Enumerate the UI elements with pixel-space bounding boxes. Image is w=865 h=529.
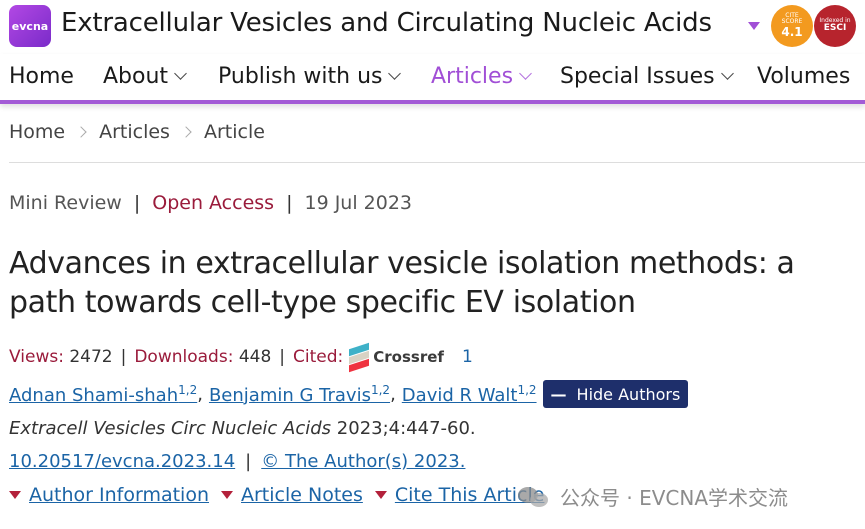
cite-score-badge[interactable]: CITE SCORE 4.1: [771, 5, 813, 47]
esci-badge[interactable]: Indexed in ESCI: [814, 5, 856, 47]
publish-date: 19 Jul 2023: [304, 192, 413, 214]
downloads-label: Downloads:: [134, 347, 234, 367]
citation-journal: Extracell Vesicles Circ Nucleic Acids: [9, 418, 332, 439]
crossref-text: Crossref: [373, 348, 444, 366]
hide-authors-button[interactable]: — Hide Authors: [542, 380, 689, 408]
crossref-icon: [349, 342, 370, 373]
nav-label: Volumes: [757, 64, 851, 89]
chevron-right-icon: [75, 126, 87, 138]
link-label: Article Notes: [241, 484, 363, 506]
wechat-icon: [518, 485, 550, 509]
downloads-count: 448: [238, 347, 272, 367]
views-label: Views:: [9, 347, 64, 367]
nav-label: Publish with us: [218, 64, 383, 89]
nav-label: Articles: [431, 64, 514, 89]
open-access-label: Open Access: [152, 192, 275, 214]
link-label: Author Information: [29, 484, 209, 506]
separator: ,: [197, 383, 203, 405]
breadcrumb: Home Articles Article: [9, 121, 265, 143]
separator: |: [245, 451, 252, 472]
chevron-down-icon: [174, 67, 187, 80]
nav-label: Special Issues: [560, 64, 715, 89]
article-stats: Views: 2472 | Downloads: 448 | Cited: Cr…: [9, 342, 473, 373]
author-link[interactable]: David R Walt1,2: [402, 383, 537, 406]
breadcrumb-current: Article: [203, 121, 265, 143]
nav-item-special-issues[interactable]: Special Issues: [560, 64, 734, 89]
article-type: Mini Review: [9, 192, 122, 214]
nav-item-about[interactable]: About: [103, 64, 187, 89]
caret-down-icon: [374, 491, 387, 499]
author-link[interactable]: Adnan Shami-shah1,2: [9, 383, 197, 406]
nav-item-articles[interactable]: Articles: [431, 64, 532, 89]
separator: |: [279, 347, 286, 367]
minus-icon: —: [550, 384, 567, 404]
main-nav: Home About Publish with us Articles Spec…: [0, 54, 865, 104]
author-list: Adnan Shami-shah1,2, Benjamin G Travis1,…: [9, 380, 689, 408]
separator: |: [133, 192, 141, 214]
nav-item-volumes[interactable]: Volumes: [757, 64, 850, 89]
caret-down-icon[interactable]: [748, 22, 760, 30]
journal-logo[interactable]: evcna: [9, 5, 51, 47]
article-meta: Mini Review | Open Access | 19 Jul 2023: [9, 192, 412, 214]
caret-down-icon: [9, 491, 21, 499]
nav-item-publish[interactable]: Publish with us: [218, 64, 402, 89]
author-link[interactable]: Benjamin G Travis1,2: [209, 383, 390, 406]
separator: |: [120, 347, 127, 367]
journal-title[interactable]: Extracellular Vesicles and Circulating N…: [61, 8, 712, 38]
nav-label: About: [103, 64, 169, 89]
article-info-links: Author Information Article Notes Cite Th…: [9, 484, 556, 506]
chevron-down-icon: [720, 67, 734, 80]
chevron-down-icon: [519, 67, 532, 80]
caret-down-icon: [221, 491, 233, 499]
article-notes-toggle[interactable]: Article Notes: [221, 484, 363, 506]
crossref-logo[interactable]: Crossref: [349, 342, 444, 373]
cite-score-value: 4.1: [781, 25, 803, 39]
separator: |: [286, 192, 293, 214]
doi-link[interactable]: 10.20517/evcna.2023.14: [9, 451, 235, 472]
breadcrumb-articles[interactable]: Articles: [99, 121, 170, 143]
views-count: 2472: [69, 347, 113, 367]
cited-count-link[interactable]: 1: [462, 347, 473, 367]
site-header: evcna Extracellular Vesicles and Circula…: [0, 0, 865, 54]
hide-authors-label: Hide Authors: [576, 384, 681, 404]
chevron-right-icon: [180, 126, 192, 138]
citation-details: 2023;4:447-60.: [331, 418, 476, 439]
esci-value: ESCI: [823, 23, 847, 34]
nav-item-home[interactable]: Home: [9, 64, 74, 89]
chevron-down-icon: [388, 67, 402, 80]
doi-line: 10.20517/evcna.2023.14 | © The Author(s) 2…: [9, 451, 465, 472]
cited-label: Cited:: [293, 347, 344, 367]
copyright-link[interactable]: © The Author(s) 2023.: [261, 451, 465, 472]
citation-line: Extracell Vesicles Circ Nucleic Acids 20…: [9, 418, 476, 439]
author-information-toggle[interactable]: Author Information: [9, 484, 209, 506]
nav-label: Home: [9, 64, 74, 89]
separator: ,: [390, 383, 396, 405]
watermark: 公众号 · EVCNA学术交流: [518, 482, 788, 511]
article-title: Advances in extracellular vesicle isolat…: [9, 246, 795, 320]
breadcrumb-home[interactable]: Home: [9, 121, 65, 143]
divider: [9, 162, 865, 163]
watermark-text: 公众号 · EVCNA学术交流: [560, 486, 788, 510]
